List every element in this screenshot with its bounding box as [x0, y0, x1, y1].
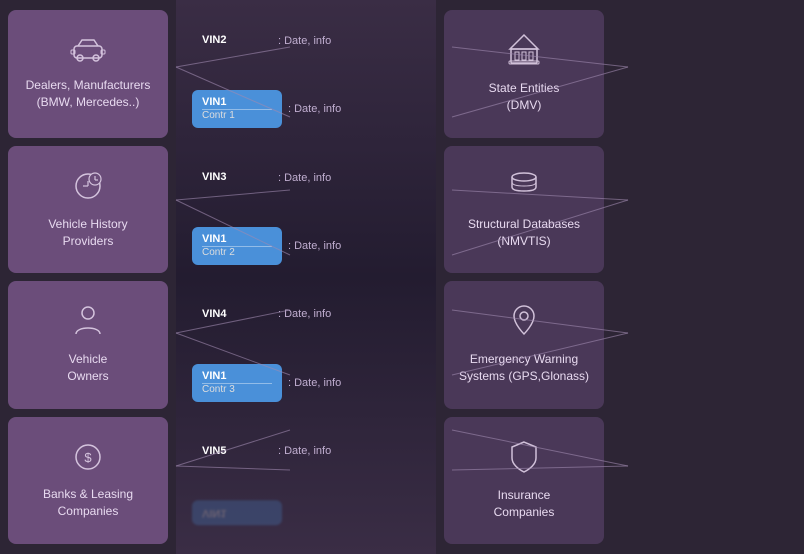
vin1c1-sub: Contr 1 [202, 109, 272, 122]
right-box-structural-db: Structural Databases(NMVTIS) [444, 146, 604, 274]
vin1c1-title: VIN1 [202, 96, 226, 109]
vin1c3-sub: Contr 3 [202, 383, 272, 396]
history-icon [71, 169, 105, 210]
vin5-title: VIN5 [202, 445, 226, 458]
insurance-label: InsuranceCompanies [494, 487, 555, 521]
vehicle-history-label: Vehicle HistoryProviders [48, 216, 127, 250]
center-item-vin1c2: VIN1 Contr 2 : Date, info [192, 227, 420, 265]
main-layout: Dealers, Manufacturers (BMW, Mercedes..)… [0, 0, 804, 554]
location-icon [510, 304, 538, 345]
right-box-state-entities: State Entities(DMV) [444, 10, 604, 138]
center-item-vin2: VIN2 : Date, info [192, 28, 420, 53]
vin1c3-box: VIN1 Contr 3 [192, 364, 282, 402]
right-box-insurance: InsuranceCompanies [444, 417, 604, 545]
shield-icon [509, 440, 539, 481]
center-item-vin3: VIN3 : Date, info [192, 165, 420, 190]
vin1c2-box: VIN1 Contr 2 [192, 227, 282, 265]
emergency-label: Emergency WarningSystems (GPS,Glonass) [459, 351, 589, 385]
database-icon [508, 169, 540, 210]
vin1c2-title: VIN1 [202, 233, 226, 246]
vin3-title: VIN3 [202, 171, 226, 184]
center-column: VIN2 : Date, info VIN1 Contr 1 : Date, i… [176, 0, 436, 554]
vin2-box: VIN2 [192, 28, 272, 53]
left-box-dealers: Dealers, Manufacturers (BMW, Mercedes..) [8, 10, 168, 138]
vin4-box: VIN4 [192, 302, 272, 327]
vin3-box: VIN3 [192, 165, 272, 190]
svg-text:$: $ [84, 450, 92, 465]
banks-label: Banks & LeasingCompanies [43, 486, 133, 520]
vin2-title: VIN2 [202, 34, 226, 47]
vin4-date: : Date, info [278, 308, 331, 320]
vin5-date: : Date, info [278, 445, 331, 457]
vin1c1-box: VIN1 Contr 1 [192, 90, 282, 128]
center-item-vin1c3: VIN1 Contr 3 : Date, info [192, 364, 420, 402]
vin1c1-date: : Date, info [288, 103, 341, 115]
left-column: Dealers, Manufacturers (BMW, Mercedes..)… [0, 0, 176, 554]
car-icon [70, 36, 106, 71]
vin2-date: : Date, info [278, 35, 331, 47]
right-column: State Entities(DMV) Structural Databases… [436, 0, 612, 554]
center-item-vin4: VIN4 : Date, info [192, 302, 420, 327]
vehicle-owners-label: VehicleOwners [67, 351, 108, 385]
left-box-banks: $ Banks & LeasingCompanies [8, 417, 168, 545]
left-box-vehicle-history: Vehicle HistoryProviders [8, 146, 168, 274]
government-icon [507, 33, 541, 74]
bank-icon: $ [72, 441, 104, 480]
center-item-vin1c1: VIN1 Contr 1 : Date, info [192, 90, 420, 128]
vin1c2-date: : Date, info [288, 240, 341, 252]
center-item-vin5: VIN5 : Date, info [192, 439, 420, 464]
vin1c2-sub: Contr 2 [202, 246, 272, 259]
structural-db-label: Structural Databases(NMVTIS) [468, 216, 580, 250]
vin5-box: VIN5 [192, 439, 272, 464]
dealers-label: Dealers, Manufacturers (BMW, Mercedes..) [16, 77, 160, 111]
right-box-emergency: Emergency WarningSystems (GPS,Glonass) [444, 281, 604, 409]
vin4-title: VIN4 [202, 308, 226, 321]
state-entities-label: State Entities(DMV) [489, 80, 560, 114]
vin3-date: : Date, info [278, 172, 331, 184]
vin-reflection: VIN1 [192, 500, 420, 525]
vin1c3-title: VIN1 [202, 370, 226, 383]
person-icon [72, 304, 104, 345]
vin1c3-date: : Date, info [288, 377, 341, 389]
left-box-vehicle-owners: VehicleOwners [8, 281, 168, 409]
